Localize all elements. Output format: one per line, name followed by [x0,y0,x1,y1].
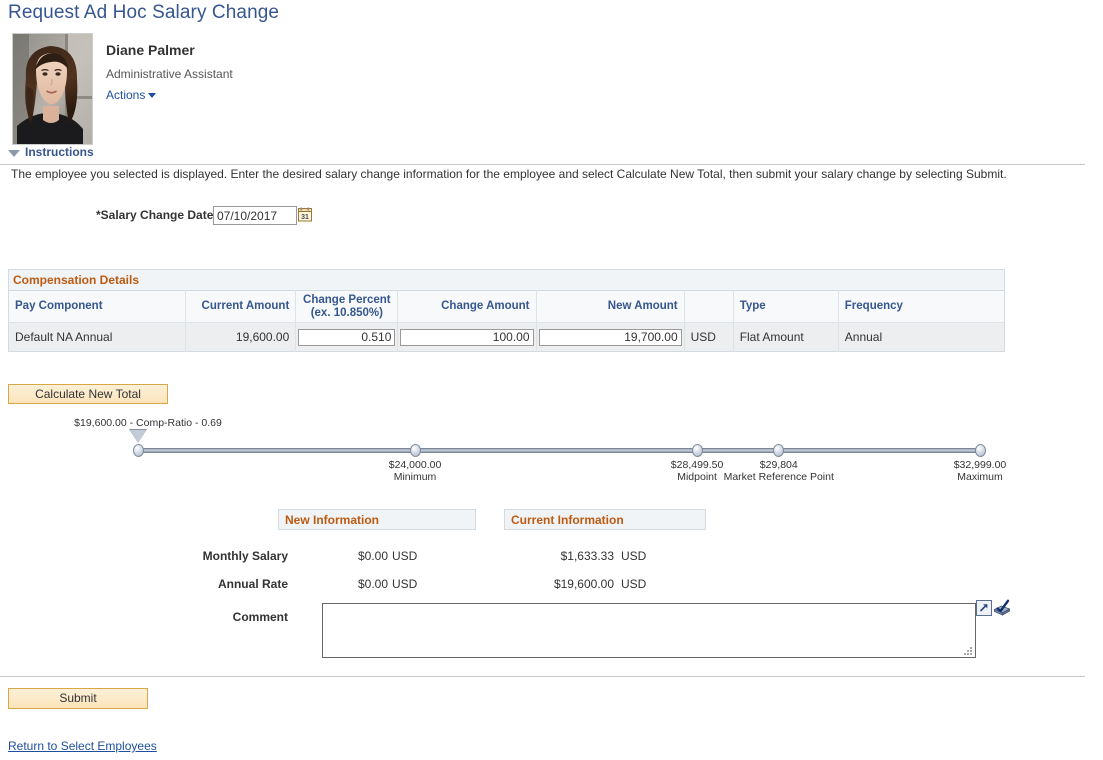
slider-value-market-reference-point: $29,804 [760,459,798,471]
calendar-icon[interactable]: 31 [298,207,312,222]
new-information-header: New Information [278,509,476,530]
current-annual-rate-value: $19,600.00 [528,577,614,591]
slider-value-minimum: $24,000.00 [389,459,442,471]
change-percent-input[interactable] [298,329,395,346]
comment-label: Comment [180,610,288,624]
footer-divider [0,676,1085,677]
salary-change-date-label: *Salary Change Date [96,208,213,222]
col-change-percent: Change Percent (ex. 10.850%) [296,291,398,323]
new-monthly-salary-value: $0.00 [318,549,388,563]
monthly-salary-label: Monthly Salary [178,549,288,563]
annual-rate-label: Annual Rate [178,577,288,591]
change-amount-input[interactable] [400,329,533,346]
col-change-percent-line2: (ex. 10.850%) [311,307,383,319]
slider-value-maximum: $32,999.00 [954,459,1007,471]
svg-text:31: 31 [301,214,309,221]
cell-change-percent [296,323,398,352]
employee-job-title: Administrative Assistant [106,67,233,81]
current-monthly-salary-value: $1,633.33 [528,549,614,563]
page-title: Request Ad Hoc Salary Change [8,2,279,24]
cell-type: Flat Amount [733,323,838,352]
collapse-triangle-icon[interactable] [8,150,20,157]
cell-current-amount: 19,600.00 [186,323,296,352]
salary-change-date-input[interactable] [213,206,297,225]
col-type: Type [733,291,838,323]
new-annual-rate-value: $0.00 [318,577,388,591]
cell-frequency: Annual [838,323,1004,352]
slider-node-minimum[interactable] [410,444,421,457]
cell-pay-component: Default NA Annual [9,323,186,352]
col-frequency: Frequency [838,291,1004,323]
compensation-details-grid: Compensation Details Pay Component Curre… [8,269,1005,352]
actions-menu[interactable]: Actions [106,88,156,102]
cell-change-amount [398,323,536,352]
new-amount-input[interactable] [539,329,682,346]
chevron-down-icon [148,93,156,98]
col-new-amount: New Amount [536,291,684,323]
comment-textarea[interactable] [322,603,976,658]
actions-label: Actions [106,88,145,102]
current-salary-pointer-icon[interactable] [130,430,146,443]
col-currency [684,291,733,323]
spell-check-icon[interactable] [993,598,1011,616]
instructions-text: The employee you selected is displayed. … [11,166,1011,183]
employee-name: Diane Palmer [106,42,195,58]
avatar [12,33,93,145]
slider-caption-minimum: Minimum [394,471,437,483]
instructions-label: Instructions [25,145,94,159]
slider-caption-maximum: Maximum [957,471,1003,483]
new-monthly-salary-currency: USD [392,549,417,563]
compensation-table: Pay Component Current Amount Change Perc… [8,290,1005,352]
calculate-new-total-button[interactable]: Calculate New Total [8,384,168,404]
return-to-select-employees-link[interactable]: Return to Select Employees [8,739,157,753]
slider-node-midpoint[interactable] [692,444,703,457]
table-row: Default NA Annual 19,600.00 USD Flat Amo… [9,323,1005,352]
col-change-amount: Change Amount [398,291,536,323]
new-annual-rate-currency: USD [392,577,417,591]
slider-caption-midpoint: Midpoint [677,471,717,483]
slider-caption-market-reference-point: Market Reference Point [724,471,834,483]
table-header-row: Pay Component Current Amount Change Perc… [9,291,1005,323]
slider-value-midpoint: $28,499.50 [671,459,724,471]
slider-node-market-reference-point[interactable] [773,444,784,457]
textarea-resize-grip[interactable] [964,645,973,654]
slider-track[interactable] [138,448,980,453]
current-monthly-salary-currency: USD [621,549,646,563]
employee-photo-image [13,34,92,144]
col-pay-component: Pay Component [9,291,186,323]
col-current-amount: Current Amount [186,291,296,323]
current-information-header: Current Information [504,509,706,530]
current-annual-rate-currency: USD [621,577,646,591]
cell-new-amount [536,323,684,352]
cell-currency: USD [684,323,733,352]
current-salary-comp-ratio-label: $19,600.00 - Comp-Ratio - 0.69 [74,417,222,429]
compensation-details-caption: Compensation Details [8,269,1005,290]
slider-node-current[interactable] [133,444,144,457]
expand-window-icon[interactable] [976,600,992,616]
submit-button[interactable]: Submit [8,688,148,709]
salary-range-slider: $19,600.00 - Comp-Ratio - 0.69 $24,000.00… [0,420,1103,495]
instructions-section-header[interactable]: Instructions [0,145,1085,165]
slider-node-maximum[interactable] [975,444,986,457]
col-change-percent-line1: Change Percent [303,294,391,306]
